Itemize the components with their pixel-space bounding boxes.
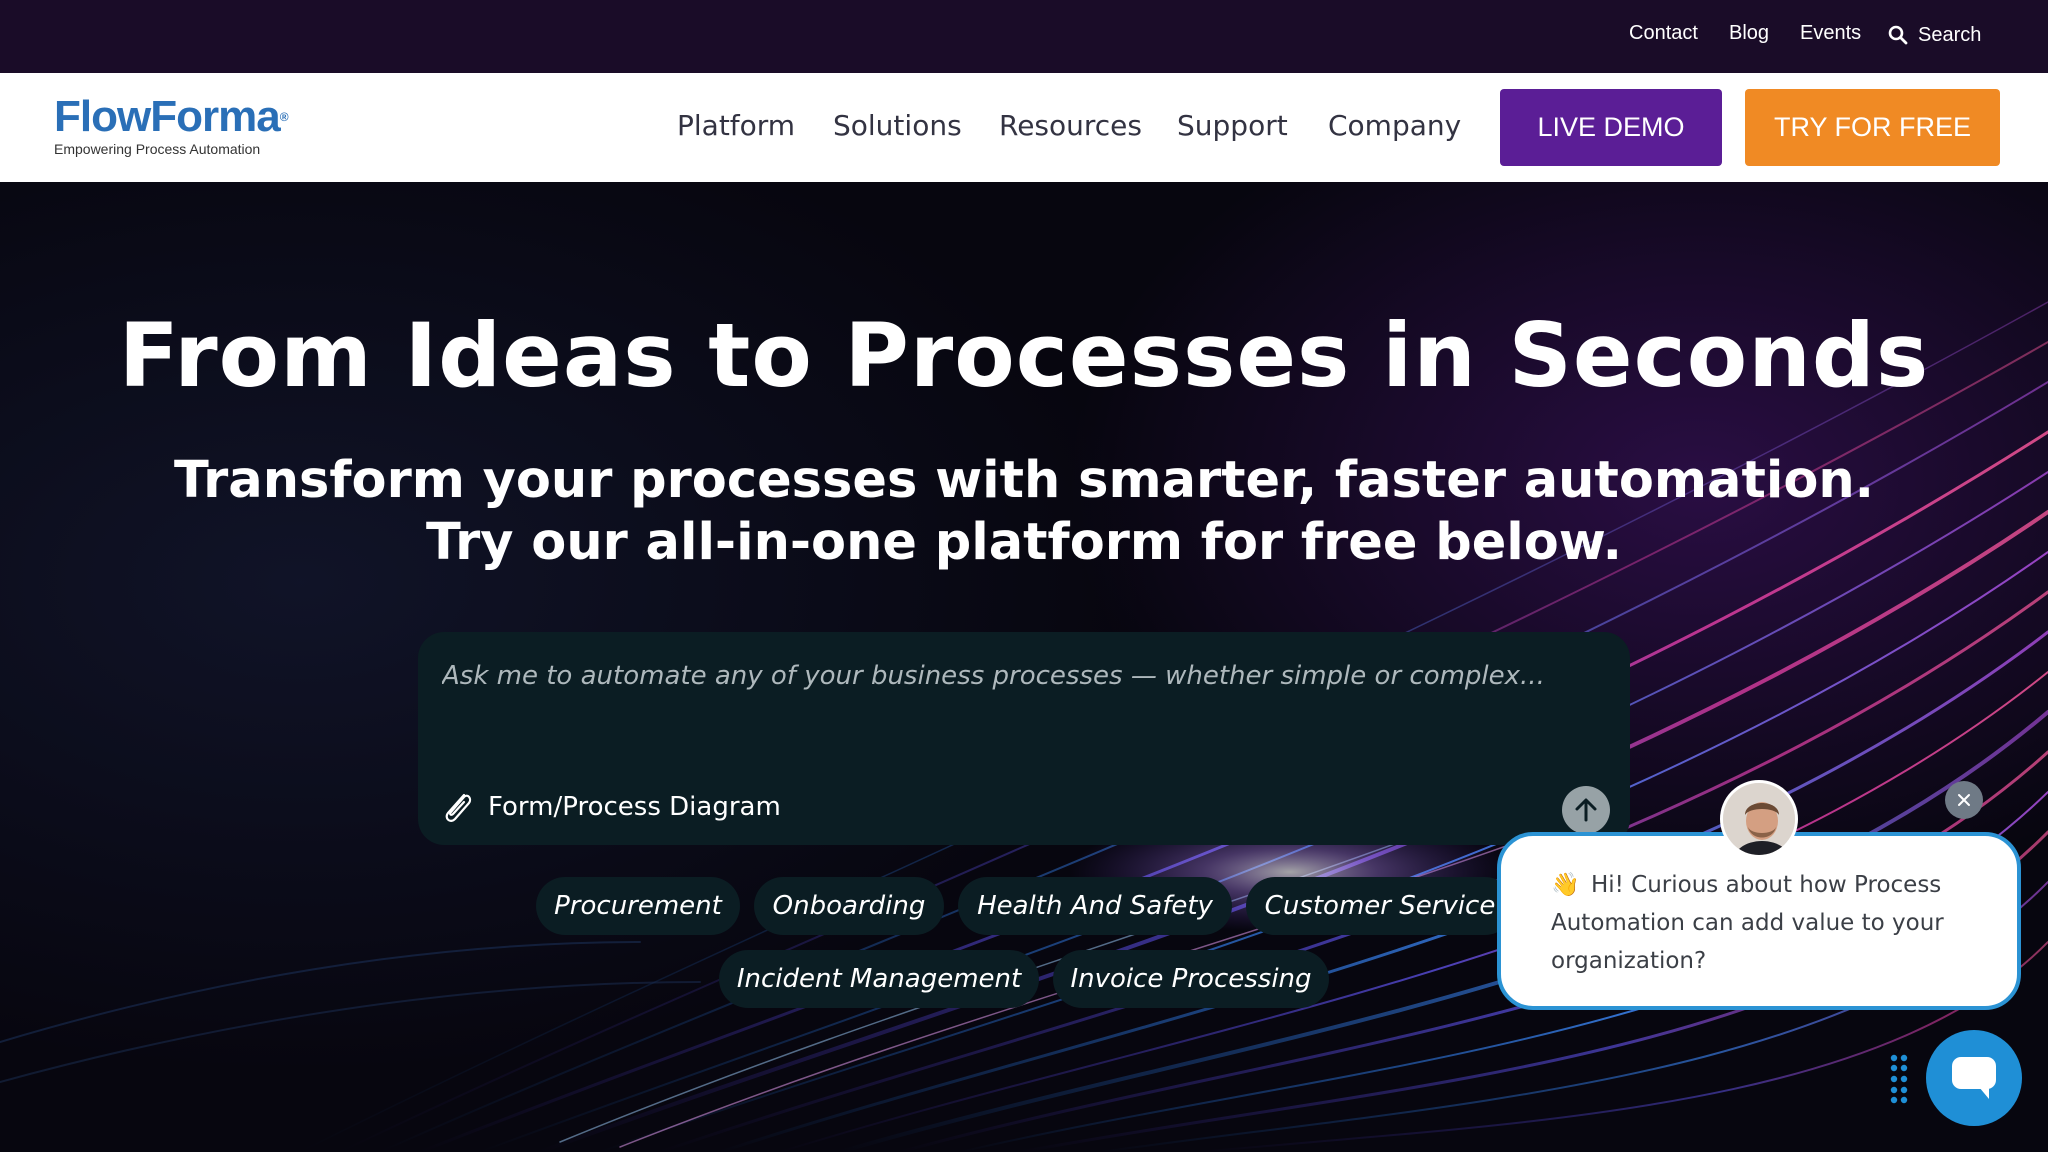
nav-item-company[interactable]: Company xyxy=(1328,109,1461,142)
top-utility-bar: Contact Blog Events Search xyxy=(0,0,2048,73)
wave-emoji: 👋 xyxy=(1551,872,1580,898)
automation-prompt-box: Form/Process Diagram xyxy=(418,632,1630,845)
attach-label: Form/Process Diagram xyxy=(488,792,781,822)
drag-handle-icon[interactable] xyxy=(1889,1053,1909,1105)
chip-onboarding[interactable]: Onboarding xyxy=(754,877,944,935)
search-link[interactable]: Search xyxy=(1888,22,1981,48)
nav-item-platform[interactable]: Platform xyxy=(677,109,795,142)
chip-procurement[interactable]: Procurement xyxy=(536,877,740,935)
chat-message: Hi! Curious about how Process Automation… xyxy=(1551,872,1944,974)
attach-diagram-button[interactable]: Form/Process Diagram xyxy=(438,786,781,828)
search-icon xyxy=(1888,25,1908,45)
nav-item-support[interactable]: Support xyxy=(1177,109,1288,142)
search-label: Search xyxy=(1918,23,1982,46)
nav-item-resources[interactable]: Resources xyxy=(999,109,1142,142)
chip-customer-service[interactable]: Customer Service xyxy=(1246,877,1514,935)
logo-name: FlowForma xyxy=(54,92,281,141)
blog-link[interactable]: Blog xyxy=(1729,22,1769,45)
chip-health-and-safety[interactable]: Health And Safety xyxy=(958,877,1232,935)
close-icon xyxy=(1958,794,1970,806)
chat-close-button[interactable] xyxy=(1945,781,1983,819)
chip-invoice-processing[interactable]: Invoice Processing xyxy=(1053,950,1329,1008)
main-navigation: FlowForma® Empowering Process Automation… xyxy=(0,73,2048,182)
chat-icon xyxy=(1952,1057,1996,1099)
flowforma-logo[interactable]: FlowForma® Empowering Process Automation xyxy=(54,95,294,161)
chip-incident-management[interactable]: Incident Management xyxy=(719,950,1039,1008)
chat-launcher-button[interactable] xyxy=(1926,1030,2022,1126)
contact-link[interactable]: Contact xyxy=(1629,22,1698,45)
hero-title: From Ideas to Processes in Seconds xyxy=(118,304,1930,407)
hero-subtitle-line1: Transform your processes with smarter, f… xyxy=(173,451,1875,510)
logo-tagline: Empowering Process Automation xyxy=(54,141,261,157)
arrow-up-icon xyxy=(1575,798,1597,822)
live-demo-button[interactable]: LIVE DEMO xyxy=(1500,89,1722,166)
hero-subtitle: Transform your processes with smarter, f… xyxy=(0,450,2048,574)
paperclip-icon xyxy=(445,793,472,822)
events-link[interactable]: Events xyxy=(1800,22,1861,45)
send-button[interactable] xyxy=(1562,786,1610,834)
hero-subtitle-line2: Try our all-in-one platform for free bel… xyxy=(425,513,1623,572)
try-for-free-button[interactable]: TRY FOR FREE xyxy=(1745,89,2000,166)
chat-agent-avatar xyxy=(1720,780,1798,858)
chat-greeting-bubble[interactable]: 👋 Hi! Curious about how Process Automati… xyxy=(1497,832,2021,1010)
prompt-input[interactable] xyxy=(442,656,1592,696)
nav-item-solutions[interactable]: Solutions xyxy=(833,109,962,142)
